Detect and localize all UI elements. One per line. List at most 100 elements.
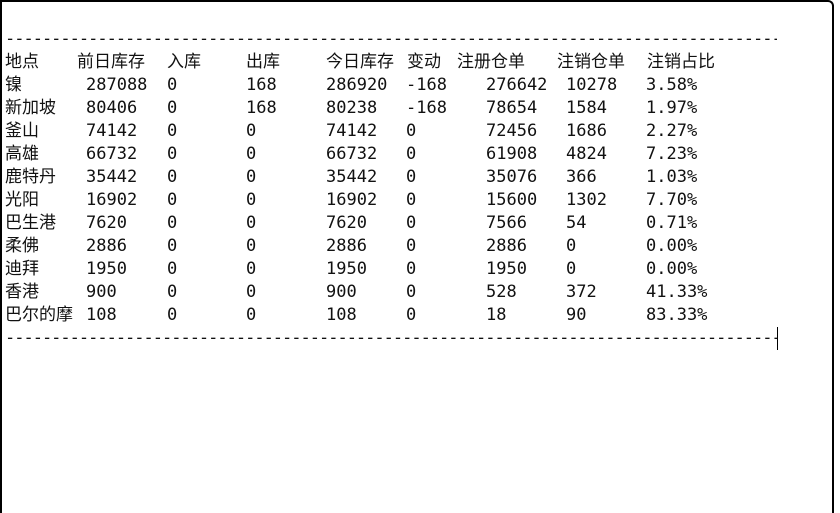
cell-today-stock: 74142 — [326, 121, 378, 141]
cell-inbound: 0 — [167, 75, 178, 95]
cell-today-stock: 35442 — [326, 167, 378, 187]
cell-registered-warrants: 15600 — [486, 190, 538, 210]
header-inbound: 入库 — [167, 52, 201, 72]
table-row: 巴尔的摩 108 0 0 108 0 18 90 83.33% — [5, 304, 778, 327]
table-body: 镍 287088 0 168 286920 -168 276642 10278 3.58% 新加坡… — [5, 74, 778, 327]
header-outbound: 出库 — [246, 52, 280, 72]
cell-cancelled-warrants: 0 — [566, 236, 577, 256]
cell-registered-warrants: 276642 — [486, 75, 548, 95]
table-row: 光阳 16902 0 0 16902 0 15600 1302 7.70% — [5, 189, 778, 212]
cell-cancelled-ratio: 0.71% — [646, 213, 698, 233]
cell-location: 镍 — [5, 75, 22, 95]
cell-cancelled-ratio: 3.58% — [646, 75, 698, 95]
cell-prev-stock: 108 — [86, 305, 117, 325]
cell-inbound: 0 — [167, 259, 178, 279]
table-row: 巴生港 7620 0 0 7620 0 7566 54 0.71% — [5, 212, 778, 235]
cell-cancelled-ratio: 0.00% — [646, 236, 698, 256]
cell-location: 光阳 — [5, 190, 39, 210]
cell-cancelled-ratio: 1.03% — [646, 167, 698, 187]
cell-change: 0 — [406, 236, 417, 256]
cell-change: -168 — [406, 98, 447, 118]
cell-today-stock: 108 — [326, 305, 357, 325]
cell-location: 巴尔的摩 — [5, 305, 73, 325]
cell-registered-warrants: 72456 — [486, 121, 538, 141]
console-output: ----------------------------------------… — [5, 28, 778, 350]
cell-today-stock: 2886 — [326, 236, 367, 256]
cell-location: 釜山 — [5, 121, 39, 141]
header-location: 地点 — [5, 52, 39, 72]
cell-cancelled-warrants: 4824 — [566, 144, 607, 164]
header-prev-stock: 前日库存 — [77, 52, 145, 72]
header-today-stock: 今日库存 — [326, 52, 394, 72]
table-row: 柔佛 2886 0 0 2886 0 2886 0 0.00% — [5, 235, 778, 258]
cell-cancelled-ratio: 1.97% — [646, 98, 698, 118]
cell-today-stock: 286920 — [326, 75, 388, 95]
cell-change: 0 — [406, 144, 417, 164]
cell-outbound: 168 — [246, 75, 277, 95]
cell-outbound: 0 — [246, 144, 257, 164]
cell-prev-stock: 80406 — [86, 98, 138, 118]
cell-today-stock: 16902 — [326, 190, 378, 210]
cell-today-stock: 1950 — [326, 259, 367, 279]
cell-prev-stock: 74142 — [86, 121, 138, 141]
cell-today-stock: 80238 — [326, 98, 378, 118]
cell-outbound: 0 — [246, 213, 257, 233]
cell-outbound: 0 — [246, 305, 257, 325]
table-row: 鹿特丹 35442 0 0 35442 0 35076 366 1.03% — [5, 166, 778, 189]
cell-location: 迪拜 — [5, 259, 39, 279]
table-header: 地点 前日库存 入库 出库 今日库存 变动 注册仓单 注销仓单 注销占比 — [5, 51, 778, 74]
cell-cancelled-ratio: 41.33% — [646, 282, 708, 302]
cell-location: 新加坡 — [5, 98, 56, 118]
table-row: 迪拜 1950 0 0 1950 0 1950 0 0.00% — [5, 258, 778, 281]
cell-cancelled-warrants: 1584 — [566, 98, 607, 118]
cell-inbound: 0 — [167, 167, 178, 187]
cell-change: 0 — [406, 167, 417, 187]
cell-location: 鹿特丹 — [5, 167, 56, 187]
cell-location: 巴生港 — [5, 213, 56, 233]
cell-change: 0 — [406, 282, 417, 302]
cell-prev-stock: 16902 — [86, 190, 138, 210]
cell-prev-stock: 287088 — [86, 75, 148, 95]
header-change: 变动 — [407, 52, 441, 72]
cell-prev-stock: 2886 — [86, 236, 127, 256]
cell-outbound: 0 — [246, 282, 257, 302]
table-row: 新加坡 80406 0 168 80238 -168 78654 1584 1.97% — [5, 97, 778, 120]
cell-prev-stock: 66732 — [86, 144, 138, 164]
cell-registered-warrants: 78654 — [486, 98, 538, 118]
cell-cancelled-warrants: 90 — [566, 305, 587, 325]
cell-today-stock: 66732 — [326, 144, 378, 164]
header-registered-warrants: 注册仓单 — [457, 52, 525, 72]
header-cancelled-ratio: 注销占比 — [647, 52, 715, 72]
cell-registered-warrants: 35076 — [486, 167, 538, 187]
cell-inbound: 0 — [167, 213, 178, 233]
cell-cancelled-ratio: 2.27% — [646, 121, 698, 141]
cell-change: 0 — [406, 259, 417, 279]
cell-registered-warrants: 7566 — [486, 213, 527, 233]
cell-change: 0 — [406, 305, 417, 325]
separator-bottom: ----------------------------------------… — [5, 327, 778, 350]
cell-change: 0 — [406, 121, 417, 141]
cell-prev-stock: 35442 — [86, 167, 138, 187]
cell-registered-warrants: 61908 — [486, 144, 538, 164]
cell-location: 高雄 — [5, 144, 39, 164]
cell-outbound: 0 — [246, 259, 257, 279]
cell-outbound: 0 — [246, 236, 257, 256]
cell-change: -168 — [406, 75, 447, 95]
cell-inbound: 0 — [167, 190, 178, 210]
cell-change: 0 — [406, 190, 417, 210]
cell-inbound: 0 — [167, 121, 178, 141]
cell-cancelled-warrants: 1686 — [566, 121, 607, 141]
console-window: ----------------------------------------… — [0, 0, 834, 513]
cell-outbound: 0 — [246, 190, 257, 210]
cell-registered-warrants: 2886 — [486, 236, 527, 256]
table-row: 镍 287088 0 168 286920 -168 276642 10278 3.58% — [5, 74, 778, 97]
cell-today-stock: 7620 — [326, 213, 367, 233]
cell-cancelled-warrants: 10278 — [566, 75, 618, 95]
cell-prev-stock: 7620 — [86, 213, 127, 233]
cell-cancelled-warrants: 372 — [566, 282, 597, 302]
cell-cancelled-warrants: 54 — [566, 213, 587, 233]
cell-outbound: 0 — [246, 167, 257, 187]
cell-inbound: 0 — [167, 305, 178, 325]
separator-top: ----------------------------------------… — [5, 29, 777, 49]
header-cancelled-warrants: 注销仓单 — [557, 52, 625, 72]
